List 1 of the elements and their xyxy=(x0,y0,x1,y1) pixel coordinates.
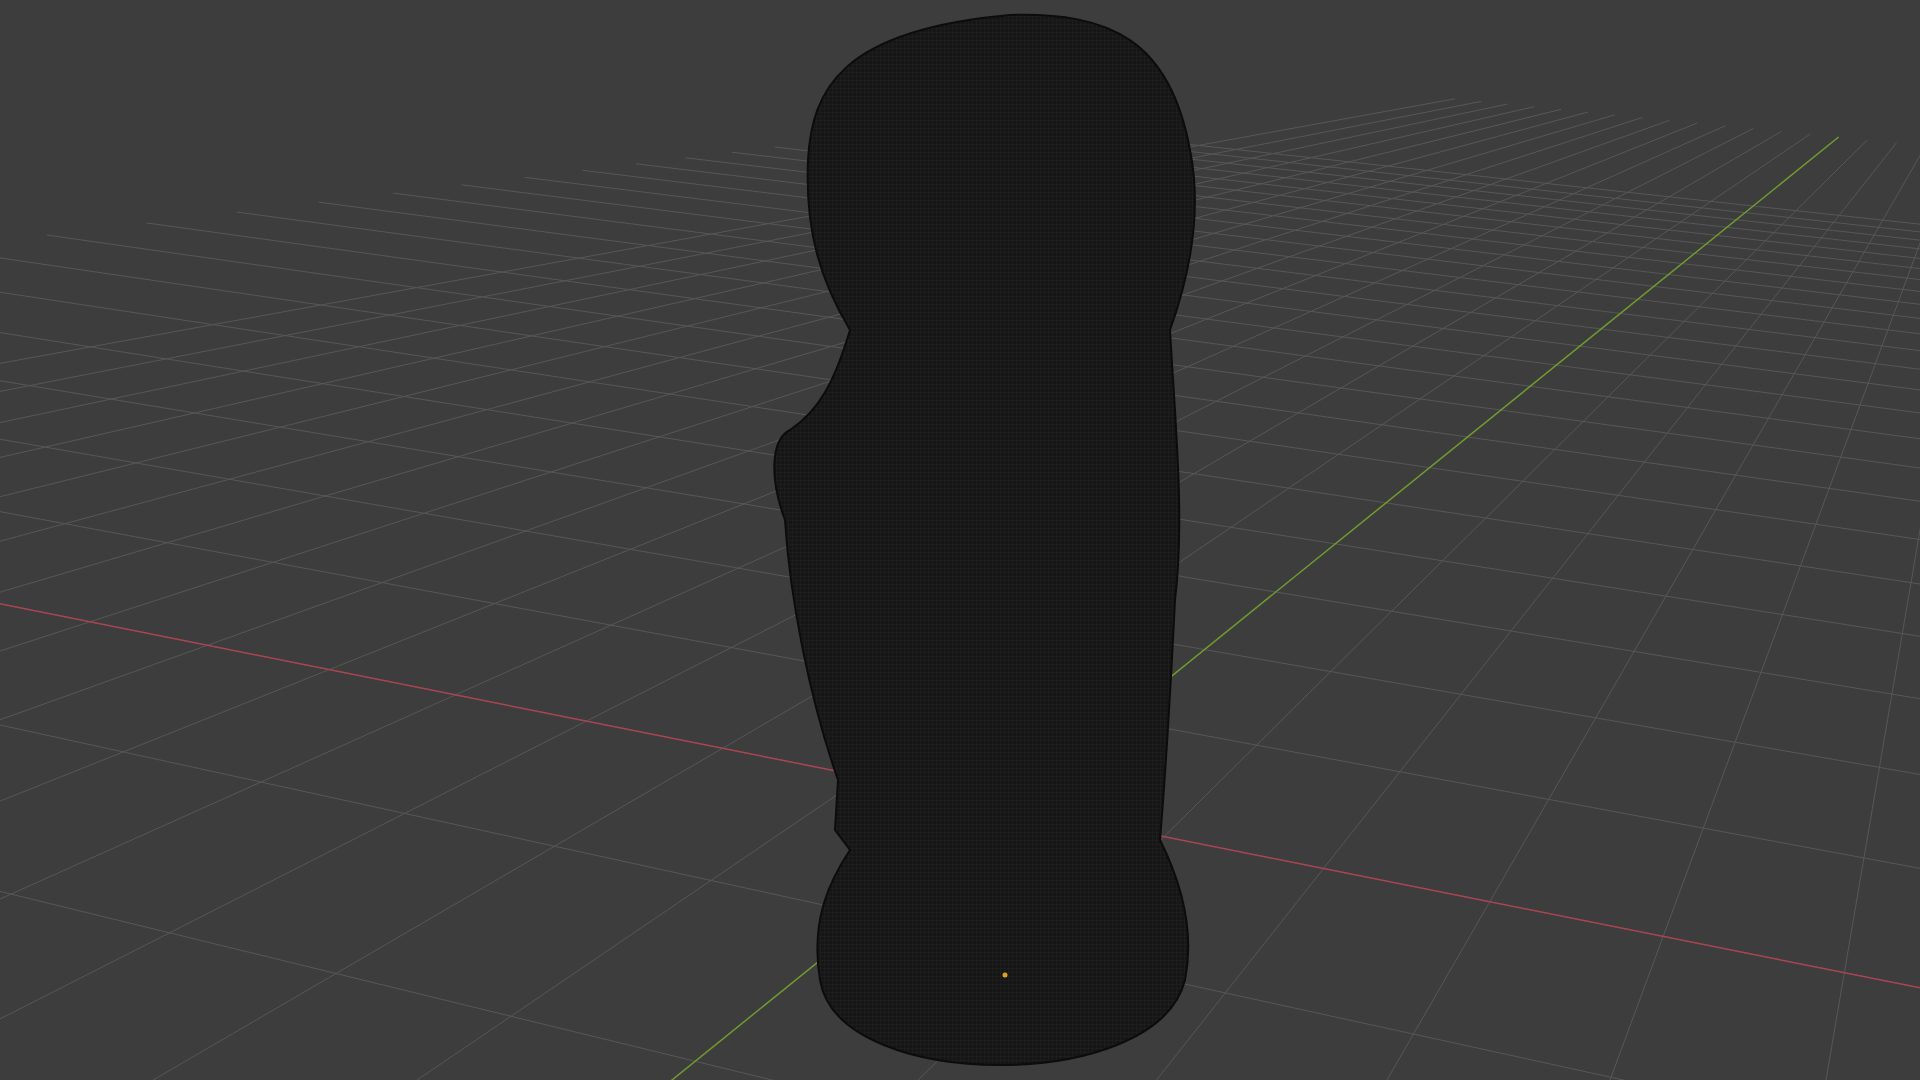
mesh-wireframe-drawing[interactable] xyxy=(773,13,1196,1066)
